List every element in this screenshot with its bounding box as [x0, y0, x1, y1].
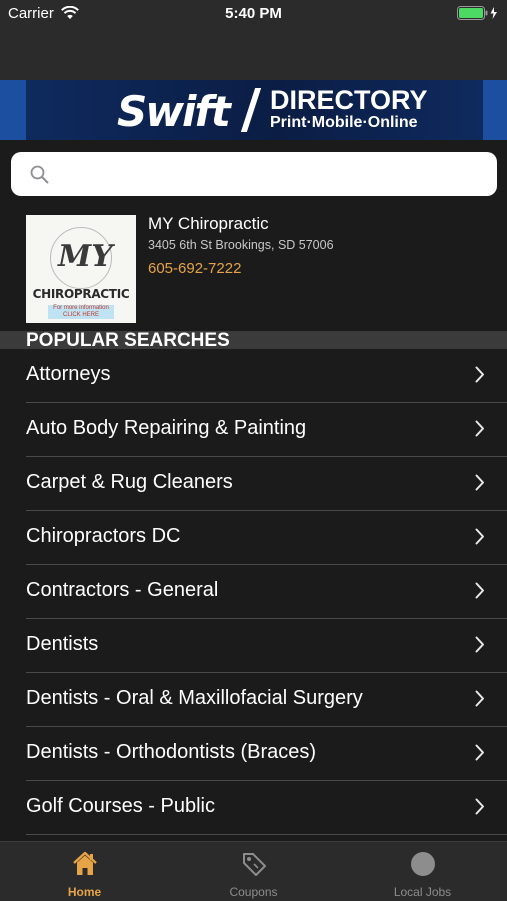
chevron-right-icon [475, 582, 485, 604]
tab-coupons[interactable]: Coupons [169, 842, 338, 901]
section-title: POPULAR SEARCHES [26, 330, 230, 351]
brand-logo-text: Swift [117, 87, 231, 136]
tab-home-label: Home [67, 885, 102, 899]
list-item[interactable]: Golf Courses - Public [26, 781, 507, 835]
featured-listing[interactable]: MY CHIROPRACTIC For more information CLI… [0, 207, 507, 331]
brand-directory-text: DIRECTORY [270, 85, 428, 115]
list-item[interactable]: Dentists - Orthodontists (Braces) [26, 727, 507, 781]
banner-stripe-left [0, 80, 26, 140]
chevron-right-icon [475, 798, 485, 820]
ad-headline: MY [58, 239, 113, 274]
list-item[interactable]: Carpet & Rug Cleaners [26, 457, 507, 511]
list-item-label: Auto Body Repairing & Painting [26, 417, 307, 439]
battery-icon [457, 6, 499, 25]
list-item[interactable]: Chiropractors DC [26, 511, 507, 565]
popular-searches-list: Attorneys Auto Body Repairing & Painting… [0, 349, 507, 841]
list-item[interactable]: Dentists - Oral & Maxillofacial Surgery [26, 673, 507, 727]
navigation-bar [0, 28, 507, 80]
chevron-right-icon [475, 690, 485, 712]
tab-bar: Home Coupons Local Jobs [0, 841, 507, 901]
list-item[interactable]: Auto Body Repairing & Painting [26, 403, 507, 457]
business-address: 3405 6th St Brookings, SD 57006 [148, 238, 334, 252]
directory-banner[interactable]: Swift DIRECTORY Print·Mobile·Online [0, 80, 507, 140]
status-time: 5:40 PM [225, 5, 282, 22]
chevron-right-icon [475, 474, 485, 496]
status-bar: Carrier 5:40 PM [0, 0, 507, 28]
ad-cta: For more information CLICK HERE [48, 305, 114, 319]
search-input[interactable] [53, 152, 487, 198]
featured-ad-image[interactable]: MY CHIROPRACTIC For more information CLI… [26, 215, 136, 323]
business-name[interactable]: MY Chiropractic [148, 214, 269, 234]
tab-local-jobs-label: Local Jobs [393, 885, 452, 899]
search-icon [30, 165, 49, 189]
tab-coupons-label: Coupons [229, 885, 278, 899]
home-icon [0, 850, 169, 878]
list-item[interactable]: Dentists [26, 619, 507, 673]
tab-home[interactable]: Home [0, 842, 169, 901]
list-item-label: Chiropractors DC [26, 525, 181, 547]
list-item[interactable]: Attorneys [26, 349, 507, 403]
section-header: POPULAR SEARCHES [0, 330, 507, 351]
tag-icon [169, 850, 338, 878]
list-item-label: Golf Courses - Public [26, 795, 215, 817]
list-item[interactable]: Contractors - General [26, 565, 507, 619]
business-phone-link[interactable]: 605-692-7222 [148, 260, 241, 277]
list-item-label: Attorneys [26, 363, 111, 385]
list-item-label: Carpet & Rug Cleaners [26, 471, 233, 493]
circle-icon [338, 850, 507, 878]
list-item-label: Dentists [26, 633, 99, 655]
list-item-label: Dentists - Orthodontists (Braces) [26, 741, 317, 763]
tab-local-jobs[interactable]: Local Jobs [338, 842, 507, 901]
ad-title: CHIROPRACTIC [32, 287, 130, 301]
chevron-right-icon [475, 420, 485, 442]
chevron-right-icon [475, 636, 485, 658]
banner-stripe-right [483, 80, 507, 140]
search-bar[interactable] [11, 152, 497, 198]
list-item-label: Dentists - Oral & Maxillofacial Surgery [26, 687, 363, 709]
chevron-right-icon [475, 528, 485, 550]
chevron-right-icon [475, 366, 485, 388]
chevron-right-icon [475, 744, 485, 766]
list-item-label: Contractors - General [26, 579, 219, 601]
brand-tagline: Print·Mobile·Online [270, 114, 418, 131]
